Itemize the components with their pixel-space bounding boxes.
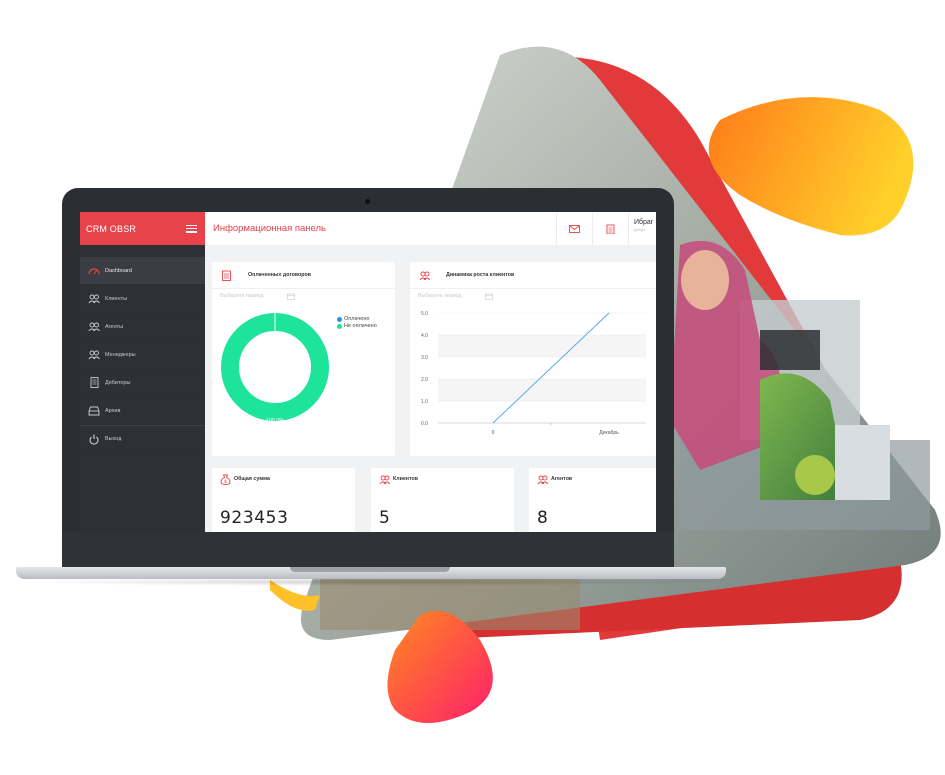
stage: CRM OBSR Dashboard Клиенты Агенты Менедж… — [0, 0, 945, 775]
stat-header: Клиентов — [371, 468, 514, 490]
user-name: Ибраг — [634, 219, 654, 226]
users-icon — [379, 475, 390, 484]
menu-toggle-button[interactable] — [186, 224, 197, 233]
stat-label: Клиентов — [393, 476, 419, 482]
sidebar-item-debtors[interactable]: Дебиторы — [80, 369, 205, 397]
sidebar-item-label: Dashboard — [105, 267, 132, 274]
sidebar-item-label: Архив — [105, 407, 121, 414]
sidebar-nav: Dashboard Клиенты Агенты Менеджеры Дебит… — [80, 257, 205, 453]
photo-box — [835, 425, 890, 500]
users-icon — [537, 475, 548, 484]
photo-face — [681, 250, 729, 310]
photo-register — [760, 330, 820, 370]
period-picker[interactable]: Выберите период — [212, 289, 395, 303]
total-sum-card: $ Общая сумма 923453 — [212, 468, 355, 532]
x-tick-label: Декабрь — [599, 430, 619, 436]
sidebar-item-dashboard[interactable]: Dashboard — [80, 257, 205, 285]
sidebar-item-managers[interactable]: Менеджеры — [80, 341, 205, 369]
page-title: Информационная панель — [213, 223, 326, 234]
svg-text:$: $ — [224, 479, 227, 484]
x-tick-label: 0 — [492, 430, 495, 436]
brand-name: CRM OBSR — [86, 223, 137, 234]
donut-slice-label: 100.0% — [266, 418, 285, 424]
users-icon — [87, 293, 100, 304]
client-growth-card: Динамика роста клиентов Выберите период … — [410, 262, 656, 456]
card-title: Оплаченных договоров — [248, 272, 311, 278]
card-title: Динамика роста клиентов — [446, 272, 515, 278]
stat-value: 8 — [537, 508, 549, 528]
card-header: Оплаченных договоров — [212, 262, 395, 289]
messages-button[interactable] — [556, 212, 592, 245]
y-tick-label: 1.0 — [421, 399, 428, 405]
series-line — [492, 312, 610, 424]
money-bag-icon: $ — [220, 474, 231, 485]
sidebar-item-archive[interactable]: Архив — [80, 397, 205, 425]
stat-value: 5 — [379, 508, 391, 528]
document-icon — [87, 377, 100, 388]
users-icon — [87, 321, 100, 332]
sidebar-item-agents[interactable]: Агенты — [80, 313, 205, 341]
y-tick-label: 3.0 — [421, 355, 428, 361]
laptop-notch — [290, 567, 450, 572]
laptop-shadow — [20, 578, 720, 586]
sidebar: CRM OBSR Dashboard Клиенты Агенты Менедж… — [80, 212, 205, 532]
grid-band — [438, 379, 646, 401]
card-header: Динамика роста клиентов — [410, 262, 656, 289]
laptop-bezel — [62, 532, 674, 568]
legend-label: Не оплачено — [344, 323, 377, 329]
hamburger-icon — [186, 224, 197, 226]
gauge-icon — [87, 265, 100, 276]
grid-band — [438, 335, 646, 357]
user-menu[interactable]: Ибраг добро — [628, 212, 656, 245]
y-tick-label: 0.0 — [421, 421, 428, 427]
brand-bar: CRM OBSR — [80, 212, 205, 245]
stat-label: Общая сумма — [234, 476, 270, 482]
y-tick-label: 2.0 — [421, 377, 428, 383]
user-role: добро — [634, 227, 646, 232]
y-tick-label: 4.0 — [421, 333, 428, 339]
sidebar-item-label: Менеджеры — [105, 351, 136, 358]
stat-label: Агентов — [551, 476, 573, 482]
legend-item-paid[interactable]: Оплачено — [337, 316, 377, 323]
mail-icon — [569, 224, 580, 233]
tasks-button[interactable] — [592, 212, 628, 245]
clipboard-icon — [606, 224, 615, 234]
donut-slice-not-paid — [221, 313, 329, 421]
laptop-screen: CRM OBSR Dashboard Клиенты Агенты Менедж… — [80, 212, 656, 532]
calendar-icon — [484, 293, 493, 300]
period-picker[interactable]: Выберите период — [410, 289, 656, 303]
calendar-icon — [286, 293, 295, 300]
users-icon — [87, 349, 100, 360]
sidebar-item-logout[interactable]: Выход — [80, 425, 205, 453]
y-tick-label: 5.0 — [421, 311, 428, 317]
agents-count-card: Агентов 8 — [529, 468, 656, 532]
sidebar-item-label: Агенты — [105, 323, 124, 330]
clients-count-card: Клиентов 5 — [371, 468, 514, 532]
photo-apple — [795, 455, 835, 495]
period-placeholder: Выберите период — [418, 293, 462, 299]
sidebar-item-label: Выход — [105, 436, 122, 442]
sidebar-item-label: Клиенты — [105, 295, 128, 302]
sidebar-item-clients[interactable]: Клиенты — [80, 285, 205, 313]
users-icon — [419, 271, 430, 280]
power-icon — [87, 434, 100, 445]
stat-value: 923453 — [220, 508, 289, 528]
camera-icon — [365, 199, 370, 204]
archive-icon — [87, 405, 100, 416]
line-chart: 0.0 1.0 2.0 3.0 4.0 5.0 0 Декабрь — [421, 311, 646, 436]
chart-legend: Оплачено Не оплачено — [337, 316, 377, 330]
sidebar-item-label: Дебиторы — [105, 379, 131, 386]
period-placeholder: Выберите период — [220, 293, 264, 299]
stat-header: $ Общая сумма — [212, 468, 355, 490]
top-header: Информационная панель Ибраг добро — [205, 212, 656, 245]
clipboard-icon — [222, 270, 231, 281]
legend-label: Оплачено — [344, 316, 370, 322]
legend-item-not-paid[interactable]: Не оплачено — [337, 323, 377, 330]
stat-header: Агентов — [529, 468, 656, 490]
legend-marker — [337, 324, 342, 329]
legend-marker — [337, 317, 342, 322]
paid-contracts-card: Оплаченных договоров Выберите период 100… — [212, 262, 395, 456]
